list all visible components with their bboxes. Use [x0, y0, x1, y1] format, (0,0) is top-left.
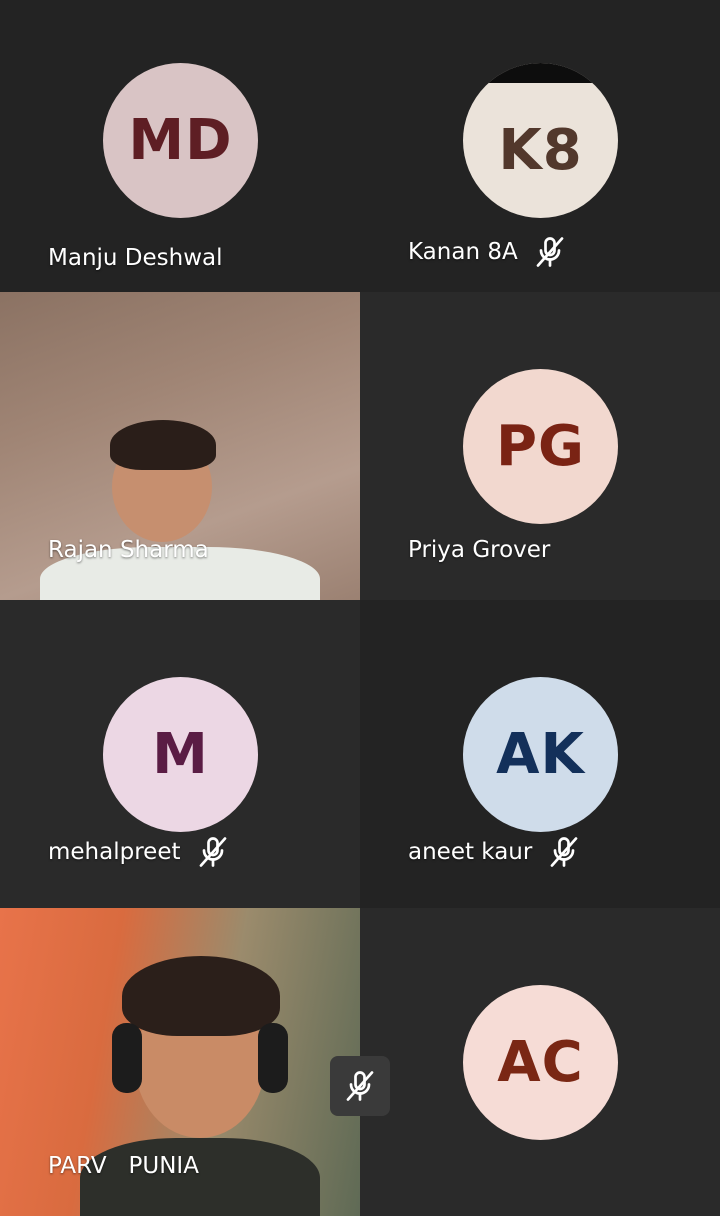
avatar-overlay [463, 63, 618, 83]
participant-tile-manju[interactable]: MD Manju Deshwal [0, 0, 360, 308]
participant-name-row: aneet kaur [408, 834, 582, 870]
avatar: MD [103, 63, 258, 218]
participant-tile-aneet[interactable]: AK aneet kaur [360, 600, 720, 908]
avatar: K8 [463, 63, 618, 218]
participant-name-row: Rajan Sharma [48, 539, 209, 562]
video-hair [122, 956, 280, 1036]
mic-off-icon [536, 237, 564, 267]
participant-name-row: Manju Deshwal [48, 247, 223, 270]
video-headphones [112, 1023, 142, 1093]
avatar-initials: MD [128, 108, 233, 173]
participant-name-row: mehalpreet [48, 834, 231, 870]
participant-tile-ac[interactable]: AC [360, 908, 720, 1216]
participant-tile-parv-video[interactable]: PARV PUNIA [0, 908, 360, 1216]
participant-grid: MD Manju Deshwal K8 Kanan 8A Rajan Sharm… [0, 0, 720, 1216]
mic-off-icon [550, 837, 578, 867]
participant-name-row: PARV PUNIA [48, 1155, 199, 1178]
participant-tile-kanan[interactable]: K8 Kanan 8A [360, 0, 720, 308]
mic-off-icon [199, 837, 226, 867]
participant-name: PARV PUNIA [48, 1153, 199, 1179]
participant-name-row: Kanan 8A [408, 234, 568, 270]
avatar-initials: M [152, 722, 209, 787]
avatar-initials: K8 [498, 118, 583, 183]
participant-tile-rajan-video[interactable]: Rajan Sharma [0, 292, 360, 600]
participant-name: Kanan 8A [408, 238, 518, 265]
avatar-initials: AK [496, 722, 585, 787]
mic-status-badge [330, 1056, 390, 1116]
avatar: M [103, 677, 258, 832]
avatar-initials: PG [495, 414, 585, 479]
participant-tile-mehalpreet[interactable]: M mehalpreet [0, 600, 360, 908]
participant-name: mehalpreet [48, 838, 181, 865]
participant-name-row: Priya Grover [408, 539, 550, 562]
video-headphones [258, 1023, 288, 1093]
avatar: PG [463, 369, 618, 524]
avatar-initials: AC [497, 1030, 584, 1095]
participant-name: Rajan Sharma [48, 537, 209, 563]
participant-name: aneet kaur [408, 838, 533, 865]
mic-off-icon [346, 1071, 374, 1101]
video-hair [110, 420, 216, 470]
avatar: AK [463, 677, 618, 832]
participant-name: Priya Grover [408, 537, 551, 563]
avatar: AC [463, 985, 618, 1140]
participant-tile-priya[interactable]: PG Priya Grover [360, 292, 720, 600]
participant-name: Manju Deshwal [48, 245, 223, 271]
